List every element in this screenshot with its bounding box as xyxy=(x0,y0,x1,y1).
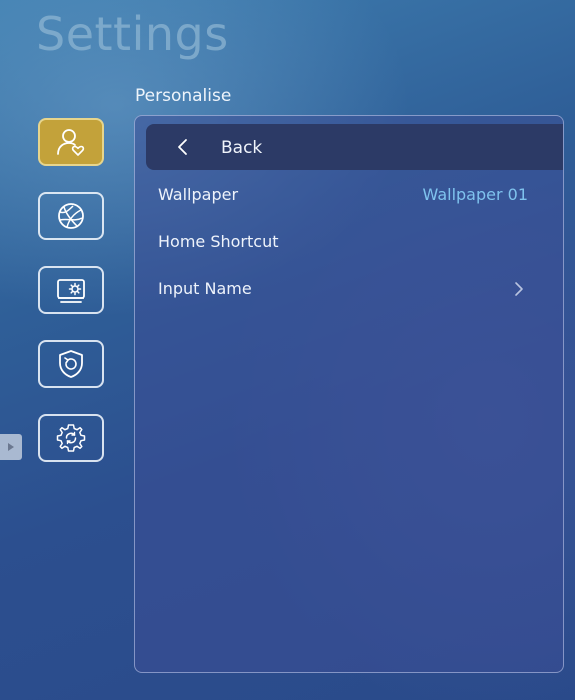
monitor-gear-icon xyxy=(57,279,85,303)
shield-refresh-icon xyxy=(59,350,83,378)
setting-label: Wallpaper xyxy=(158,185,239,204)
chevron-right-icon xyxy=(515,282,523,296)
setting-row-home-shortcut[interactable]: Home Shortcut xyxy=(158,231,528,255)
setting-row-input-name[interactable]: Input Name xyxy=(158,278,528,302)
back-button[interactable]: Back xyxy=(146,124,563,170)
sidebar-item-personalise[interactable] xyxy=(38,118,104,166)
sidebar-item-security[interactable] xyxy=(38,340,104,388)
settings-screen: Settings Personalise Back Wallpaper Wall… xyxy=(0,0,575,700)
sidebar-item-network[interactable] xyxy=(38,192,104,240)
globe-icon xyxy=(58,203,84,229)
section-title: Personalise xyxy=(135,86,232,106)
chevron-left-icon xyxy=(178,139,187,155)
setting-value: Wallpaper 01 xyxy=(422,185,528,204)
back-label: Back xyxy=(221,138,263,158)
page-title: Settings xyxy=(36,7,229,61)
setting-label: Home Shortcut xyxy=(158,232,279,251)
user-heart-icon xyxy=(57,129,85,156)
setting-row-wallpaper[interactable]: Wallpaper Wallpaper 01 xyxy=(158,184,528,208)
play-arrow-icon xyxy=(8,443,14,451)
sidebar-item-system[interactable] xyxy=(38,414,104,462)
sidebar-item-display[interactable] xyxy=(38,266,104,314)
side-expand-handle[interactable] xyxy=(0,434,22,460)
setting-label: Input Name xyxy=(158,279,252,298)
gear-refresh-icon xyxy=(56,424,86,452)
settings-panel: Back Wallpaper Wallpaper 01 Home Shortcu… xyxy=(134,115,564,673)
